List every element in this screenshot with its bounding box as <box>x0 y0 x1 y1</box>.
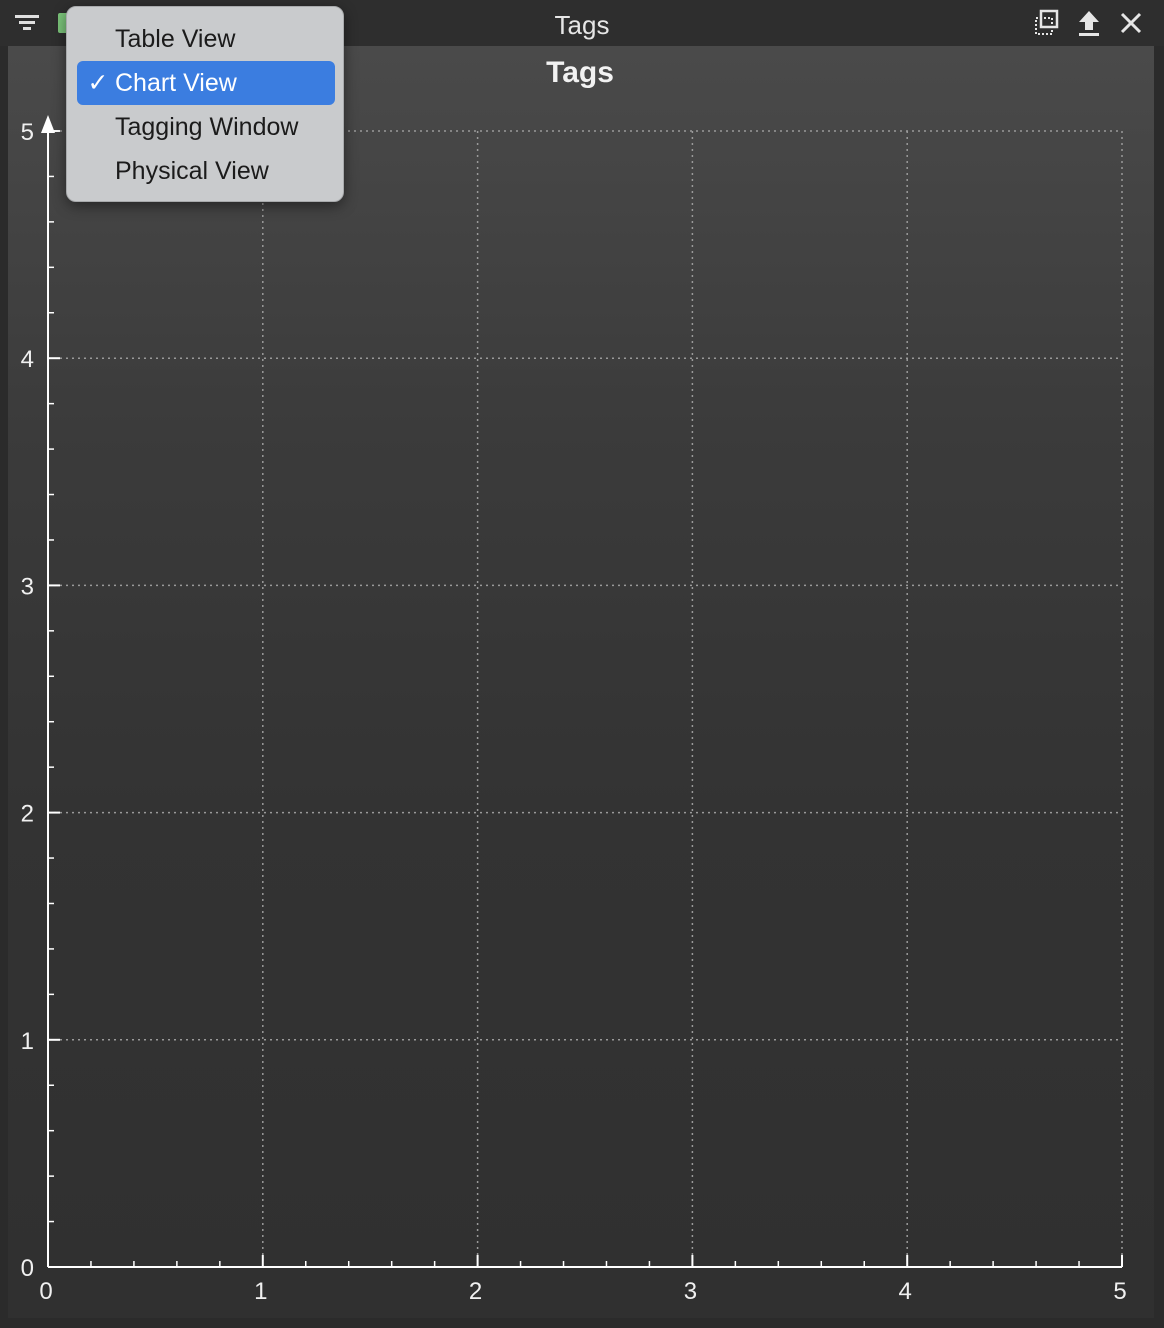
menu-item-physical-view[interactable]: Physical View <box>77 149 335 193</box>
y-tick-label: 5 <box>21 119 34 146</box>
menu-item-label: Chart View <box>115 69 237 97</box>
y-tick-label: 3 <box>21 573 34 600</box>
tags-panel: Tags Tags 0 1 2 3 4 5 0 1 2 3 4 5 Table View <box>0 0 1164 1328</box>
check-icon: ✓ <box>87 69 109 97</box>
y-tick-label: 1 <box>21 1028 34 1055</box>
menu-item-label: Physical View <box>115 157 269 185</box>
menu-item-label: Table View <box>115 25 236 53</box>
x-tick-label: 3 <box>684 1278 697 1305</box>
y-tick-label: 0 <box>21 1255 34 1282</box>
y-tick-label: 2 <box>21 801 34 828</box>
x-tick-label: 0 <box>39 1278 52 1305</box>
x-tick-label: 5 <box>1113 1278 1126 1305</box>
x-tick-label: 4 <box>899 1278 912 1305</box>
menu-item-chart-view[interactable]: ✓ Chart View <box>77 61 335 105</box>
x-tick-label: 2 <box>469 1278 482 1305</box>
menu-item-tagging-window[interactable]: Tagging Window <box>77 105 335 149</box>
menu-item-table-view[interactable]: Table View <box>77 17 335 61</box>
x-tick-label: 1 <box>254 1278 267 1305</box>
view-menu: Table View ✓ Chart View Tagging Window P… <box>66 6 344 202</box>
y-tick-label: 4 <box>21 346 34 373</box>
menu-item-label: Tagging Window <box>115 113 299 141</box>
chart-title: Tags <box>546 56 614 89</box>
